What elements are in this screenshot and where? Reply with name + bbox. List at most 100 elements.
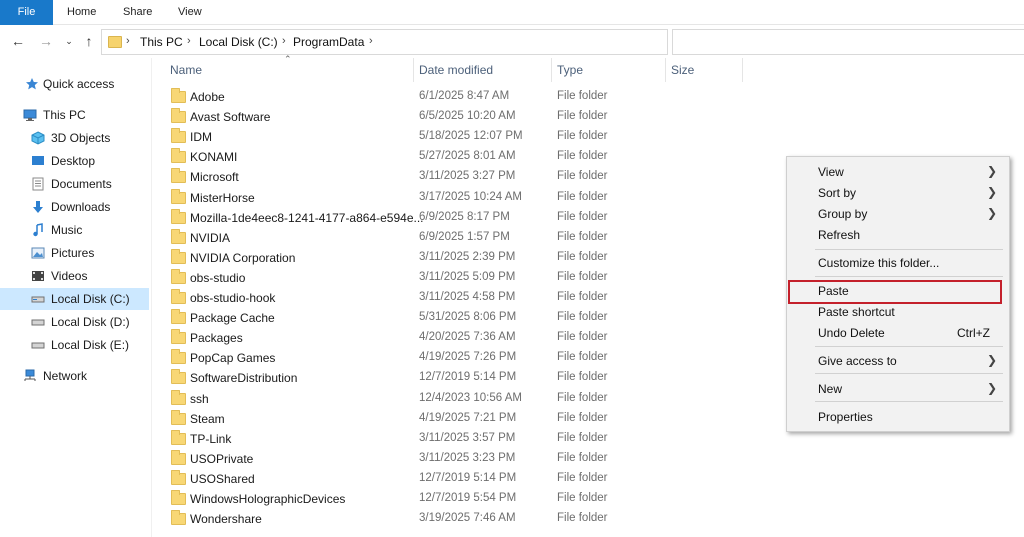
column-divider[interactable] (665, 58, 666, 82)
column-header-name[interactable]: Name (170, 58, 202, 82)
file-name[interactable]: USOPrivate (190, 452, 253, 466)
file-row[interactable]: Microsoft 3/11/2025 3:27 PM File folder (164, 167, 634, 187)
chevron-down-icon[interactable]: ⌄ (60, 31, 78, 51)
folder-icon (171, 188, 186, 204)
file-row[interactable]: TP-Link 3/11/2025 3:57 PM File folder (164, 429, 634, 449)
menu-item-label: New (818, 382, 843, 396)
sidebar-item-local-disk-c[interactable]: Local Disk (C:) (0, 288, 149, 310)
menu-item-shortcut: Ctrl+Z (957, 326, 990, 340)
menu-item-group-by[interactable]: Group by ❯ (787, 203, 1009, 224)
address-bar[interactable]: › This PC › Local Disk (C:) › ProgramDat… (101, 29, 668, 55)
file-name[interactable]: obs-studio-hook (190, 291, 275, 305)
file-row[interactable]: Mozilla-1de4eec8-1241-4177-a864-e594e...… (164, 208, 634, 228)
column-header-size[interactable]: Size (671, 58, 694, 82)
file-name[interactable]: USOShared (190, 472, 255, 486)
sidebar-item-pictures[interactable]: Pictures (0, 242, 149, 264)
tab-home[interactable]: Home (67, 0, 96, 25)
breadcrumb-local-disk-c[interactable]: Local Disk (C:) (199, 35, 278, 49)
file-name[interactable]: NVIDIA (190, 231, 230, 245)
file-row[interactable]: Packages 4/20/2025 7:36 AM File folder (164, 328, 634, 348)
arrow-up-icon[interactable]: ↑ (80, 31, 98, 51)
file-name[interactable]: ssh (190, 392, 209, 406)
file-row[interactable]: KONAMI 5/27/2025 8:01 AM File folder (164, 147, 634, 167)
file-name[interactable]: Adobe (190, 90, 225, 104)
file-row[interactable]: USOShared 12/7/2019 5:14 PM File folder (164, 469, 634, 489)
file-type: File folder (557, 110, 608, 123)
chevron-right-icon[interactable]: › (369, 35, 373, 47)
sidebar-item-label: Documents (51, 177, 112, 191)
file-row[interactable]: NVIDIA 6/9/2025 1:57 PM File folder (164, 228, 634, 248)
file-row[interactable]: Wondershare 3/19/2025 7:46 AM File folder (164, 509, 634, 529)
sidebar-item-this-pc[interactable]: This PC (0, 104, 149, 126)
file-row[interactable]: PopCap Games 4/19/2025 7:26 PM File folder (164, 348, 634, 368)
sidebar-item-local-disk-e[interactable]: Local Disk (E:) (0, 334, 149, 356)
file-row[interactable]: SoftwareDistribution 12/7/2019 5:14 PM Fil… (164, 368, 634, 388)
file-name[interactable]: MisterHorse (190, 191, 255, 205)
column-header-date-modified[interactable]: Date modified (419, 58, 493, 82)
tab-view[interactable]: View (178, 0, 202, 25)
file-row[interactable]: Package Cache 5/31/2025 8:06 PM File folde… (164, 308, 634, 328)
file-name[interactable]: Packages (190, 331, 243, 345)
sidebar-item-downloads[interactable]: Downloads (0, 196, 149, 218)
file-name[interactable]: WindowsHolographicDevices (190, 492, 345, 506)
column-divider[interactable] (413, 58, 414, 82)
breadcrumb-programdata[interactable]: ProgramData (293, 35, 364, 49)
file-name[interactable]: Avast Software (190, 110, 270, 124)
file-name[interactable]: SoftwareDistribution (190, 371, 297, 385)
file-row[interactable]: obs-studio-hook 3/11/2025 4:58 PM File fol… (164, 288, 634, 308)
menu-item-undo-delete[interactable]: Undo Delete Ctrl+Z (787, 322, 1009, 343)
arrow-right-icon[interactable]: → (37, 31, 55, 51)
file-row[interactable]: MisterHorse 3/17/2025 10:24 AM File folder (164, 188, 634, 208)
menu-item-sort-by[interactable]: Sort by ❯ (787, 182, 1009, 203)
file-row[interactable]: Steam 4/19/2025 7:21 PM File folder (164, 409, 634, 429)
file-row[interactable]: USOPrivate 3/11/2025 3:23 PM File folder (164, 449, 634, 469)
menu-item-refresh[interactable]: Refresh (787, 224, 1009, 245)
column-divider[interactable] (551, 58, 552, 82)
file-row[interactable]: IDM 5/18/2025 12:07 PM File folder (164, 127, 634, 147)
file-name[interactable]: IDM (190, 130, 212, 144)
chevron-right-icon[interactable]: › (187, 35, 191, 47)
file-row[interactable]: Avast Software 6/5/2025 10:20 AM File fold… (164, 107, 634, 127)
file-row[interactable]: WindowsHolographicDevices 12/7/2019 5:54 … (164, 489, 634, 509)
file-row[interactable]: NVIDIA Corporation 3/11/2025 2:39 PM File … (164, 248, 634, 268)
chevron-right-icon[interactable]: › (126, 35, 130, 47)
arrow-left-icon[interactable]: ← (9, 31, 27, 51)
sidebar-item-videos[interactable]: Videos (0, 265, 149, 287)
menu-item-view[interactable]: View ❯ (787, 161, 1009, 182)
file-name[interactable]: Package Cache (190, 311, 275, 325)
sidebar-item-music[interactable]: Music (0, 219, 149, 241)
breadcrumb-this-pc[interactable]: This PC (140, 35, 183, 49)
sidebar-item-desktop[interactable]: Desktop (0, 150, 149, 172)
menu-item-new[interactable]: New ❯ (787, 378, 1009, 399)
sidebar-item-3d-objects[interactable]: 3D Objects (0, 127, 149, 149)
file-name[interactable]: TP-Link (190, 432, 231, 446)
tab-share[interactable]: Share (123, 0, 152, 25)
menu-item-paste-shortcut[interactable]: Paste shortcut (787, 301, 1009, 322)
sidebar-item-documents[interactable]: Documents (0, 173, 149, 195)
menu-item-customize-folder[interactable]: Customize this folder... (787, 252, 1009, 273)
folder-icon (171, 268, 186, 284)
file-name[interactable]: NVIDIA Corporation (190, 251, 295, 265)
menu-item-give-access-to[interactable]: Give access to ❯ (787, 350, 1009, 371)
file-row[interactable]: ssh 12/4/2023 10:56 AM File folder (164, 389, 634, 409)
file-name[interactable]: Microsoft (190, 170, 239, 184)
file-row[interactable]: obs-studio 3/11/2025 5:09 PM File folder (164, 268, 634, 288)
sidebar-item-label: 3D Objects (51, 131, 111, 145)
file-name[interactable]: KONAMI (190, 150, 237, 164)
file-name[interactable]: Steam (190, 412, 225, 426)
file-name[interactable]: Mozilla-1de4eec8-1241-4177-a864-e594e... (190, 211, 424, 225)
file-name[interactable]: obs-studio (190, 271, 245, 285)
chevron-right-icon[interactable]: › (282, 35, 286, 47)
search-input[interactable] (672, 29, 1024, 55)
tab-file[interactable]: File (0, 0, 53, 25)
column-header-type[interactable]: Type (557, 58, 583, 82)
file-name[interactable]: PopCap Games (190, 351, 275, 365)
column-divider[interactable] (742, 58, 743, 82)
sidebar-item-quick-access[interactable]: Quick access (0, 73, 149, 95)
sidebar-item-network[interactable]: Network (0, 365, 149, 387)
menu-item-properties[interactable]: Properties (787, 406, 1009, 427)
file-row[interactable]: Adobe 6/1/2025 8:47 AM File folder (164, 87, 634, 107)
folder-icon (171, 349, 186, 365)
sidebar-item-local-disk-d[interactable]: Local Disk (D:) (0, 311, 149, 333)
file-name[interactable]: Wondershare (190, 512, 262, 526)
